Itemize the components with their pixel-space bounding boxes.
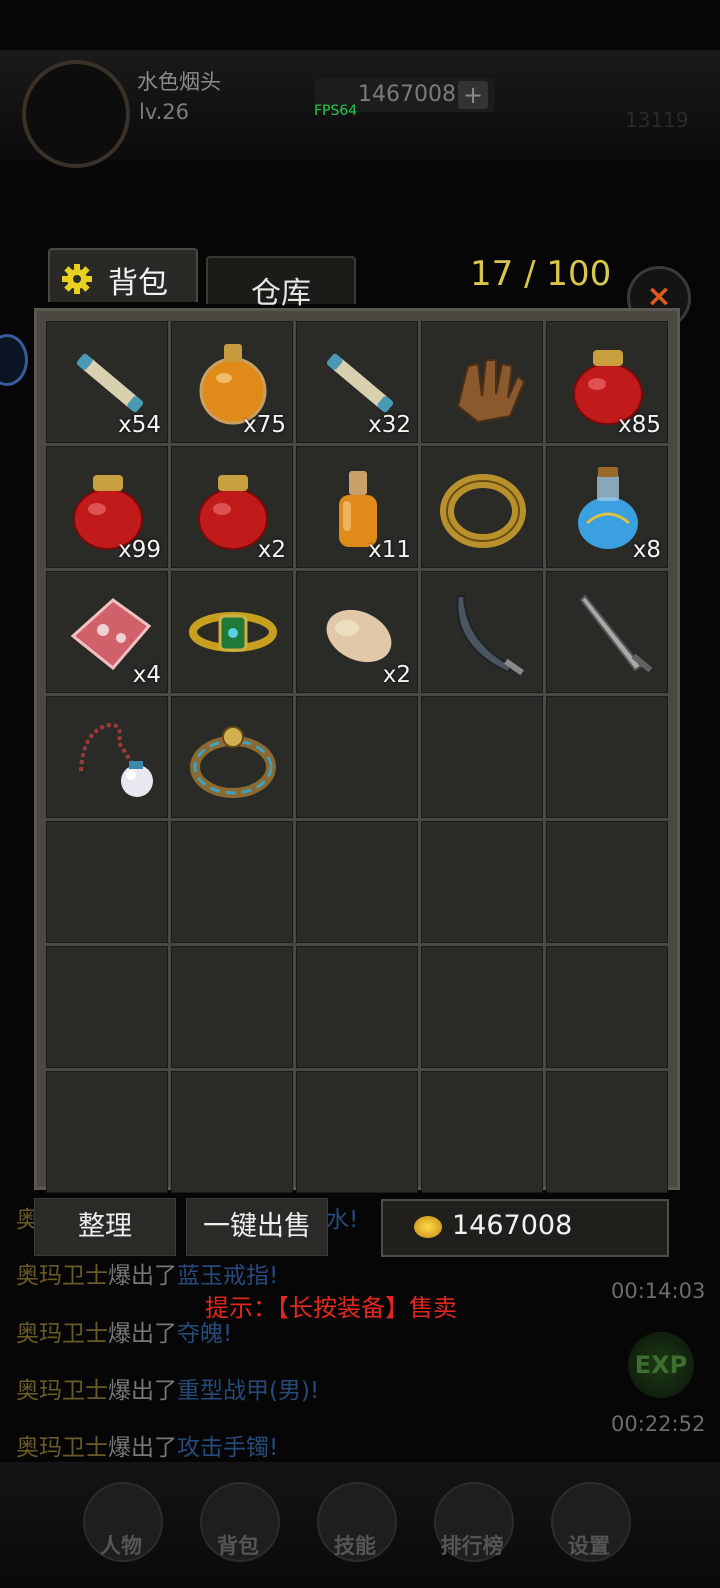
nav-label: 人物 xyxy=(100,1534,142,1558)
inventory-slot-empty[interactable] xyxy=(546,821,668,943)
item-count: x75 xyxy=(243,412,286,438)
inventory-slot-empty[interactable] xyxy=(296,946,418,1068)
inventory-slot[interactable] xyxy=(421,446,543,568)
inventory-slot[interactable] xyxy=(546,571,668,693)
item-count: x85 xyxy=(618,412,661,438)
inventory-slot-empty[interactable] xyxy=(421,696,543,818)
inventory-slot-empty[interactable] xyxy=(171,1071,293,1193)
sort-button[interactable]: 整理 xyxy=(34,1198,176,1256)
inventory-slot[interactable]: x4 xyxy=(46,571,168,693)
inventory-slot[interactable]: x2 xyxy=(171,446,293,568)
inventory-slot-empty[interactable] xyxy=(421,821,543,943)
fps-counter: FPS64 xyxy=(314,103,358,119)
jeweled-ring-icon xyxy=(190,726,276,798)
pearl-necklace-icon xyxy=(79,722,153,797)
inventory-slot-empty[interactable] xyxy=(546,1071,668,1193)
add-gold-button[interactable]: + xyxy=(458,81,488,109)
inventory-slot[interactable] xyxy=(171,571,293,693)
inventory-slot[interactable] xyxy=(421,321,543,443)
gold-amount: 1467008 xyxy=(452,1210,573,1241)
sell-all-button[interactable]: 一键出售 xyxy=(186,1198,328,1256)
item-count: x99 xyxy=(118,537,161,563)
top-right-number: 13119 xyxy=(625,108,689,132)
inventory-slot-empty[interactable] xyxy=(46,1071,168,1193)
item-count: x54 xyxy=(118,412,161,438)
inventory-slot-empty[interactable] xyxy=(296,1071,418,1193)
inventory-slot[interactable] xyxy=(46,696,168,818)
chat-line: 奥玛卫士爆出了攻击手镯! xyxy=(16,1435,279,1461)
inventory-slot[interactable]: x75 xyxy=(171,321,293,443)
exp-badge[interactable]: EXP xyxy=(628,1332,694,1398)
sell-hint: 提示：【长按装备】售卖 xyxy=(205,1294,457,1322)
inventory-slot[interactable]: x8 xyxy=(546,446,668,568)
inventory-slot[interactable]: x32 xyxy=(296,321,418,443)
inventory-slot-empty[interactable] xyxy=(296,821,418,943)
tab-bag[interactable]: 背包 xyxy=(48,248,198,302)
nav-label: 背包 xyxy=(217,1534,259,1558)
inventory-slot-empty[interactable] xyxy=(46,821,168,943)
nav-label: 设置 xyxy=(568,1534,610,1558)
inventory-slot[interactable] xyxy=(171,696,293,818)
tab-bag-label: 背包 xyxy=(108,266,168,301)
tab-storage[interactable]: 仓库 xyxy=(206,256,356,311)
curved-blade-icon xyxy=(456,595,524,676)
inventory-grid: x54 x75 x32 x85 x99 x2 x11 x8 x4 x2 xyxy=(46,321,668,1193)
nav-label: 排行榜 xyxy=(440,1534,504,1558)
item-count: x2 xyxy=(257,537,286,563)
bracelet-icon xyxy=(189,612,277,652)
ring-icon xyxy=(440,474,526,548)
inventory-panel: x54 x75 x32 x85 x99 x2 x11 x8 x4 x2 xyxy=(34,308,680,1193)
gear-icon xyxy=(62,264,92,294)
inventory-slot[interactable]: x99 xyxy=(46,446,168,568)
inventory-slot[interactable] xyxy=(421,571,543,693)
chat-line: 奥玛卫士爆出了夺魄! xyxy=(16,1321,233,1347)
inventory-slot-empty[interactable] xyxy=(171,821,293,943)
player-name: 水色烟头 xyxy=(137,70,221,94)
item-count: x4 xyxy=(132,662,161,688)
gold-coin-icon xyxy=(414,1216,442,1238)
player-avatar[interactable] xyxy=(22,60,130,168)
inventory-slot[interactable]: x54 xyxy=(46,321,168,443)
item-count: x8 xyxy=(632,537,661,563)
inventory-slot-empty[interactable] xyxy=(546,946,668,1068)
inventory-slot-empty[interactable] xyxy=(421,946,543,1068)
inventory-slot-empty[interactable] xyxy=(296,696,418,818)
chat-line: 奥玛卫士爆出了重型战甲(男)! xyxy=(16,1378,320,1404)
inventory-slot[interactable]: x85 xyxy=(546,321,668,443)
inventory-slot[interactable]: x2 xyxy=(296,571,418,693)
side-chat-icon[interactable] xyxy=(0,334,28,386)
timer: 00:22:52 xyxy=(611,1412,706,1436)
inventory-slot-empty[interactable] xyxy=(546,696,668,818)
gauntlet-icon xyxy=(456,359,526,424)
sword-icon xyxy=(579,594,653,673)
inventory-slot-empty[interactable] xyxy=(46,946,168,1068)
item-count: x11 xyxy=(368,537,411,563)
bag-capacity: 17 / 100 xyxy=(470,254,612,294)
nav-label: 技能 xyxy=(334,1534,376,1558)
inventory-slot[interactable]: x11 xyxy=(296,446,418,568)
tab-storage-label: 仓库 xyxy=(251,276,311,311)
inventory-slot-empty[interactable] xyxy=(171,946,293,1068)
player-level: lv.26 xyxy=(139,100,190,124)
item-count: x32 xyxy=(368,412,411,438)
gold-top-amount: 1467008 xyxy=(358,82,456,107)
timer: 00:14:03 xyxy=(611,1279,706,1303)
item-count: x2 xyxy=(382,662,411,688)
inventory-slot-empty[interactable] xyxy=(421,1071,543,1193)
chat-line: 奥玛卫士爆出了蓝玉戒指! xyxy=(16,1263,279,1289)
